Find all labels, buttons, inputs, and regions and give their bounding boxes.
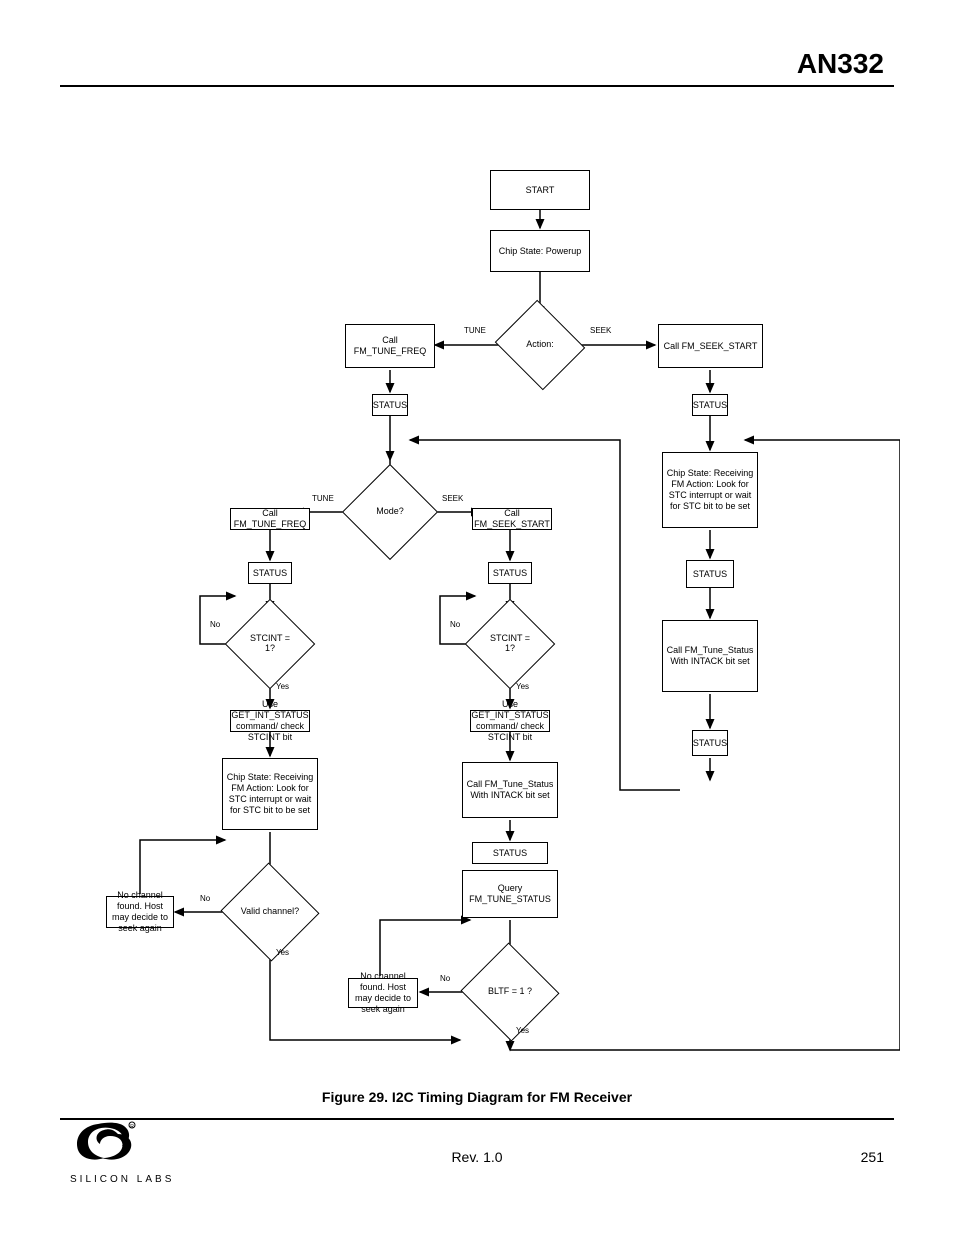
lbl-yes4: Yes [516, 1026, 529, 1035]
lbl-yes3: Yes [516, 682, 529, 691]
lbl-no2: No [200, 894, 210, 903]
action-diamond: Action: [506, 315, 574, 375]
mode-diamond: Mode? [356, 478, 424, 546]
fr-status: STATUS [692, 394, 728, 416]
chipstate-box: Chip State: Powerup [490, 230, 590, 272]
rule-bottom [60, 1118, 894, 1120]
flowchart: START Chip State: Powerup Action: TUNE S… [80, 120, 900, 1080]
lbl-yes1: Yes [276, 682, 289, 691]
silicon-labs-logo: R SILICON LABS [70, 1120, 180, 1195]
figure-caption: Figure 29. I2C Timing Diagram for FM Rec… [322, 1089, 632, 1105]
r-chip-rx: Call FM_Tune_Status With INTACK bit set [462, 762, 558, 818]
r-getint: Use GET_INT_STATUS command/ check STCINT… [470, 710, 550, 732]
l-chipstate: Call FM_TUNE_FREQ [230, 508, 310, 530]
host-sets: No channel found. Host may decide to see… [348, 978, 418, 1008]
fr-status2: STATUS [692, 730, 728, 756]
r-query2: Query FM_TUNE_STATUS [462, 870, 558, 918]
lbl-yes2: Yes [276, 948, 289, 957]
fr-call-seek: Call FM_SEEK_START [658, 324, 763, 368]
lbl-no1: No [210, 620, 220, 629]
logo-text: SILICON LABS [70, 1174, 174, 1185]
r-stcint-diamond: STCINT = 1? [478, 612, 542, 676]
bltf-diamond: BLTF = 1 ? [474, 958, 546, 1026]
r-status: STATUS [488, 562, 532, 584]
l-call-tune-status: Chip State: Receiving FM Action: Look fo… [222, 758, 318, 830]
lbl-no4: No [440, 974, 450, 983]
page: AN332 [0, 0, 954, 1235]
start-box: START [490, 170, 590, 210]
l-stcint-diamond: STCINT = 1? [238, 612, 302, 676]
lbl-tune2: TUNE [312, 494, 334, 503]
rule-top [60, 85, 894, 87]
page-title: AN332 [797, 48, 884, 80]
fr-chip-rx: Chip State: Receiving FM Action: Look fo… [662, 452, 758, 528]
lbl-seek2: SEEK [442, 494, 463, 503]
seek-fail: No channel found. Host may decide to see… [106, 896, 174, 928]
r-callseek: Call FM_SEEK_START [472, 508, 552, 530]
lbl-tune: TUNE [464, 326, 486, 335]
fr-getint: STATUS [686, 560, 734, 588]
lbl-no3: No [450, 620, 460, 629]
status-1: STATUS [372, 394, 408, 416]
l-getint: Use GET_INT_STATUS command/ check STCINT… [230, 710, 310, 732]
l-status: STATUS [248, 562, 292, 584]
fr-call-tune: Call FM_Tune_Status With INTACK bit set [662, 620, 758, 692]
r-query: STATUS [472, 842, 548, 864]
revision: Rev. 1.0 [451, 1149, 502, 1165]
svg-text:R: R [130, 1124, 134, 1130]
lbl-seek: SEEK [590, 326, 611, 335]
valid-diamond: Valid channel? [234, 878, 306, 946]
page-number: 251 [861, 1149, 884, 1165]
call-fm-tune-freq: Call FM_TUNE_FREQ [345, 324, 435, 368]
